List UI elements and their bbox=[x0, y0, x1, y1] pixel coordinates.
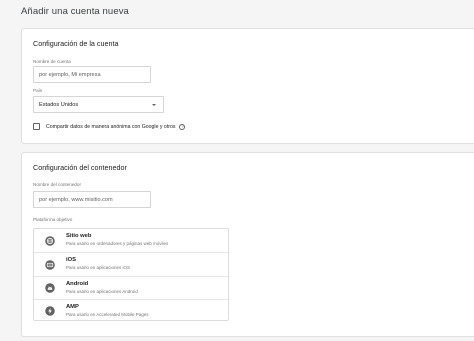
target-platform-list: Sitio web Para usarlo en ordenadores y p… bbox=[33, 228, 229, 321]
share-data-label[interactable]: Compartir datos de manera anónima con Go… bbox=[46, 124, 175, 130]
container-settings-title: Configuración del contenedor bbox=[33, 163, 127, 172]
platform-description: Para usarlo en aplicaciones iOS bbox=[66, 265, 131, 271]
amp-bolt-icon bbox=[45, 306, 55, 316]
country-selected-value: Estados Unidos bbox=[39, 101, 79, 108]
account-settings-title: Configuración de la cuenta bbox=[33, 39, 119, 48]
account-name-label: Nombre de cuenta bbox=[33, 59, 71, 64]
page-title: Añadir una cuenta nueva bbox=[21, 6, 129, 17]
globe-icon bbox=[45, 235, 55, 246]
share-data-row: Compartir datos de manera anónima con Go… bbox=[33, 123, 186, 130]
android-icon bbox=[45, 283, 55, 293]
chevron-down-icon bbox=[152, 103, 156, 106]
platform-name: iOS bbox=[66, 257, 76, 264]
account-settings-card: Configuración de la cuenta Nombre de cue… bbox=[21, 28, 474, 144]
platform-option-amp[interactable]: AMP Para usarlo en Accelerated Mobile Pa… bbox=[34, 298, 228, 322]
container-settings-card: Configuración del contenedor Nombre del … bbox=[21, 152, 474, 337]
platform-option-ios[interactable]: iOS Para usarlo en aplicaciones iOS bbox=[34, 252, 228, 275]
platform-description: Para usarlo en Accelerated Mobile Pages bbox=[66, 311, 149, 317]
platform-name: Android bbox=[66, 280, 89, 287]
country-select[interactable]: Estados Unidos bbox=[33, 96, 164, 113]
platform-name: AMP bbox=[66, 303, 79, 310]
account-name-input[interactable] bbox=[33, 66, 151, 83]
platform-option-web[interactable]: Sitio web Para usarlo en ordenadores y p… bbox=[34, 229, 228, 252]
country-label: País bbox=[33, 88, 43, 93]
target-platform-label: Plataforma objetivo bbox=[33, 217, 73, 222]
platform-description: Para usarlo en aplicaciones Android bbox=[66, 288, 138, 294]
help-icon[interactable]: ? bbox=[179, 123, 186, 130]
container-name-input[interactable] bbox=[33, 191, 151, 208]
ios-device-icon bbox=[45, 260, 55, 270]
share-data-checkbox[interactable] bbox=[33, 123, 40, 130]
add-account-page: Añadir una cuenta nueva Configuración de… bbox=[0, 0, 474, 341]
platform-name: Sitio web bbox=[66, 233, 92, 239]
platform-description: Para usarlo en ordenadores y páginas web… bbox=[66, 241, 169, 246]
platform-option-android[interactable]: Android Para usarlo en aplicaciones Andr… bbox=[34, 275, 228, 299]
container-name-label: Nombre del contenedor bbox=[33, 182, 82, 187]
